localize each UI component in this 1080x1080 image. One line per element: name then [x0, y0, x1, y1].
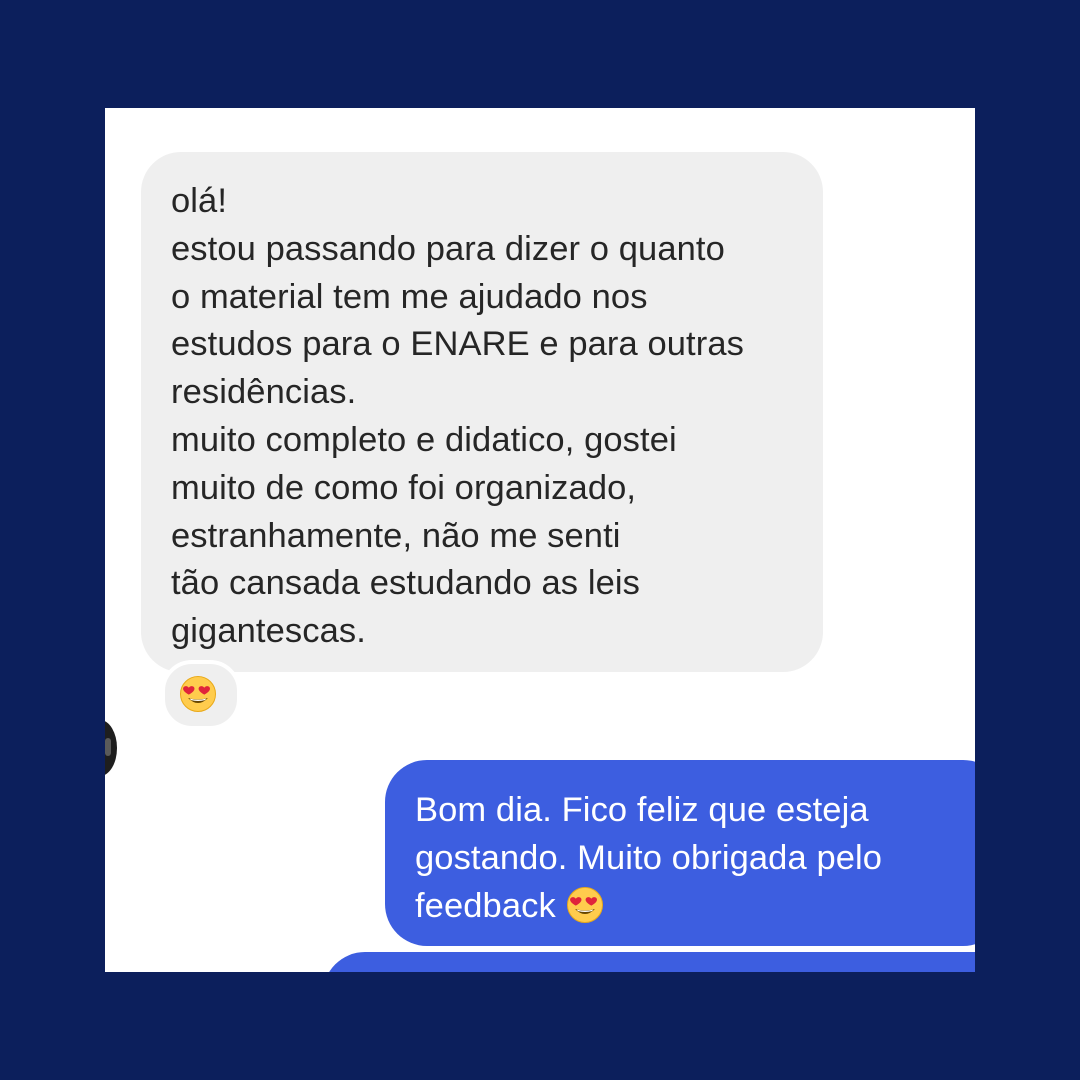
message-line: o material tem me ajudado nos	[171, 277, 648, 316]
received-message-bubble[interactable]: olá! estou passando para dizer o quanto …	[141, 152, 823, 672]
message-line-with-emoji: feedback	[415, 882, 975, 930]
chat-screenshot: olá! estou passando para dizer o quanto …	[105, 108, 975, 972]
message-line: estranhamente, não me senti	[171, 516, 621, 555]
message-line: gigantescas.	[171, 612, 366, 651]
message-line: estudos para o ENARE e para outras	[171, 325, 744, 364]
message-reaction[interactable]	[161, 660, 241, 730]
message-line: olá!	[171, 182, 228, 220]
heart-eyes-emoji-icon	[566, 886, 604, 924]
message-line: estou passando para dizer o quanto	[171, 229, 725, 268]
message-line: tão cansada estudando as leis	[171, 564, 640, 603]
sender-avatar[interactable]	[105, 720, 117, 776]
sent-message-bubble[interactable]: Bom dia. Fico feliz que esteja gostando.…	[385, 760, 975, 946]
heart-eyes-emoji-icon	[179, 675, 217, 713]
sent-message-bubble-partial[interactable]	[323, 952, 975, 972]
message-line: gostando. Muito obrigada pelo	[415, 839, 883, 877]
message-text: feedback	[415, 887, 556, 925]
message-line: muito completo e didatico, gostei	[171, 420, 677, 459]
message-line: residências.	[171, 373, 357, 412]
message-line: muito de como foi organizado,	[171, 468, 637, 507]
message-line: Bom dia. Fico feliz que esteja	[415, 791, 869, 829]
